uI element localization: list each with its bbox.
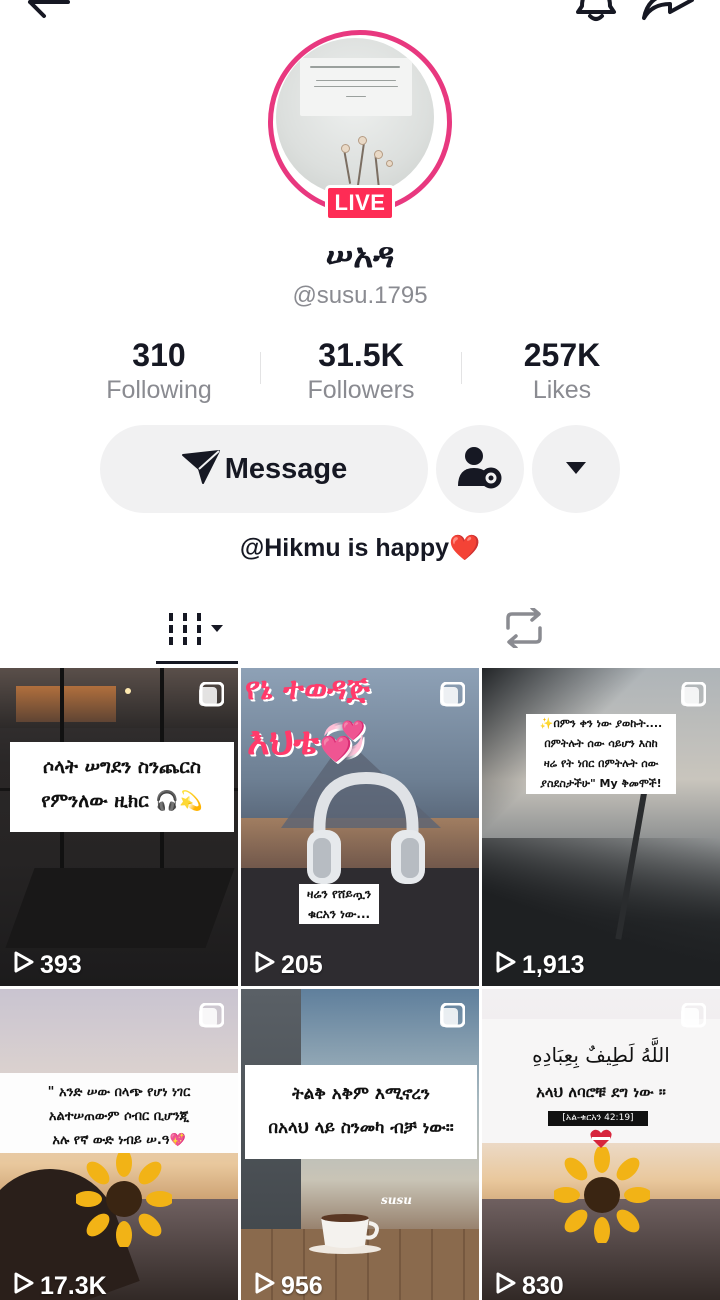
video-caption: " አንድ ሠው በላጭ የሆነ ነገር አልተሠጠውም ሶብር ቢሆንጂ አሉ… — [0, 1073, 238, 1153]
sunflower-image — [76, 1151, 172, 1247]
stat-followers[interactable]: 31.5K Followers — [261, 336, 461, 406]
tab-reposts[interactable] — [486, 598, 562, 662]
multi-select-icon — [198, 681, 225, 708]
multi-select-icon — [680, 1002, 707, 1029]
video-caption: ✨በምን ቀን ነው ያወኩት.... በምትሉት ሰው ሳይሆን እስከ ዛሬ… — [526, 714, 676, 794]
message-button-label: Message — [224, 452, 348, 485]
live-badge[interactable]: LIVE — [325, 185, 395, 221]
view-count: 830 — [496, 1272, 564, 1300]
stat-followers-label: Followers — [307, 376, 415, 404]
back-arrow-icon[interactable] — [22, 0, 72, 20]
video-headline-2: እህቴ💞 — [247, 719, 367, 763]
stat-likes-label: Likes — [532, 376, 592, 404]
more-dropdown-button[interactable] — [532, 425, 620, 513]
view-count: 17.3K — [14, 1272, 107, 1300]
user-gear-icon — [456, 444, 504, 494]
active-tab-indicator — [156, 661, 238, 664]
caret-down-icon — [565, 460, 587, 479]
video-tile[interactable]: " አንድ ሠው በላጭ የሆነ ነገር አልተሠጠውም ሶብር ቢሆንጂ አሉ… — [0, 989, 238, 1300]
headphones-image — [307, 771, 425, 884]
video-arabic-text: اللَّهُ لَطِيفٌ بِعِبَادِهِ — [532, 1043, 670, 1067]
video-tile[interactable]: اللَّهُ لَطِيفٌ بِعِبَادِهِ አላህ ለባሮቹ ደግ … — [482, 989, 720, 1300]
stat-following-value: 310 — [132, 337, 186, 373]
video-caption: ዛሬን የሸይጧን ቁርአን ነው... — [299, 884, 379, 924]
send-icon — [181, 449, 221, 489]
multi-select-icon — [680, 681, 707, 708]
profile-name: ሠአዳ — [325, 236, 395, 276]
multi-select-icon — [198, 1002, 225, 1029]
play-icon — [496, 951, 516, 980]
play-icon — [496, 1272, 516, 1300]
stat-likes-value: 257K — [523, 337, 601, 373]
play-icon — [14, 1272, 34, 1300]
multi-select-icon — [439, 681, 466, 708]
video-tile[interactable]: susu ትልቅ አቅም እሚኖረን በአላህ ላይ ስንመካ ብቻ ነው። 9… — [241, 989, 479, 1300]
repost-icon — [502, 606, 546, 652]
avatar-image — [276, 38, 434, 196]
video-grid: ሶላት ሠግደን ስንጨርስ የምንለው ዚክር 🎧💫 393 የኔ ተወዳጅ … — [0, 668, 720, 1300]
content-tabs — [0, 598, 720, 666]
stat-following-label: Following — [106, 376, 212, 404]
profile-handle: @susu.1795 — [292, 282, 428, 309]
share-icon[interactable] — [640, 0, 696, 22]
stat-followers-value: 31.5K — [318, 337, 404, 373]
video-tile[interactable]: ✨በምን ቀን ነው ያወኩት.... በምትሉት ሰው ሳይሆን እስከ ዛሬ… — [482, 668, 720, 986]
bell-icon[interactable] — [572, 0, 620, 22]
video-tile[interactable]: የኔ ተወዳጅ እህቴ💞 ዛሬን የሸይጧን ቁርአን ነው... 205 — [241, 668, 479, 986]
view-count: 205 — [255, 951, 323, 980]
video-watermark: susu — [381, 1193, 412, 1207]
tab-videos[interactable] — [156, 598, 238, 664]
video-caption: ትልቅ አቅም እሚኖረን በአላህ ላይ ስንመካ ብቻ ነው። — [245, 1065, 477, 1159]
sunflower-image — [554, 1147, 650, 1243]
view-count: 956 — [255, 1272, 323, 1300]
view-count: 393 — [14, 951, 82, 980]
stat-following[interactable]: 310 Following — [59, 336, 259, 406]
video-caption: ሶላት ሠግደን ስንጨርስ የምንለው ዚክር 🎧💫 — [10, 742, 234, 832]
message-button[interactable]: Message — [100, 425, 428, 513]
profile-bio: @Hikmu is happy❤️ — [239, 534, 481, 562]
heart-icon — [590, 1129, 612, 1148]
profile-avatar[interactable]: LIVE — [268, 30, 452, 221]
stat-likes[interactable]: 257K Likes — [462, 336, 662, 406]
play-icon — [255, 951, 275, 980]
coffee-cup-image — [309, 1214, 381, 1254]
play-icon — [14, 951, 34, 980]
video-reference: [አል-ቁርአን 42:19] — [548, 1111, 648, 1126]
multi-select-icon — [439, 1002, 466, 1029]
view-count: 1,913 — [496, 951, 585, 980]
video-tile[interactable]: ሶላት ሠግደን ስንጨርስ የምንለው ዚክር 🎧💫 393 — [0, 668, 238, 986]
grid-icon — [167, 609, 227, 653]
play-icon — [255, 1272, 275, 1300]
top-bar — [0, 0, 720, 30]
friend-settings-button[interactable] — [436, 425, 524, 513]
video-caption: አላህ ለባሮቹ ደግ ነው ። — [536, 1083, 666, 1101]
